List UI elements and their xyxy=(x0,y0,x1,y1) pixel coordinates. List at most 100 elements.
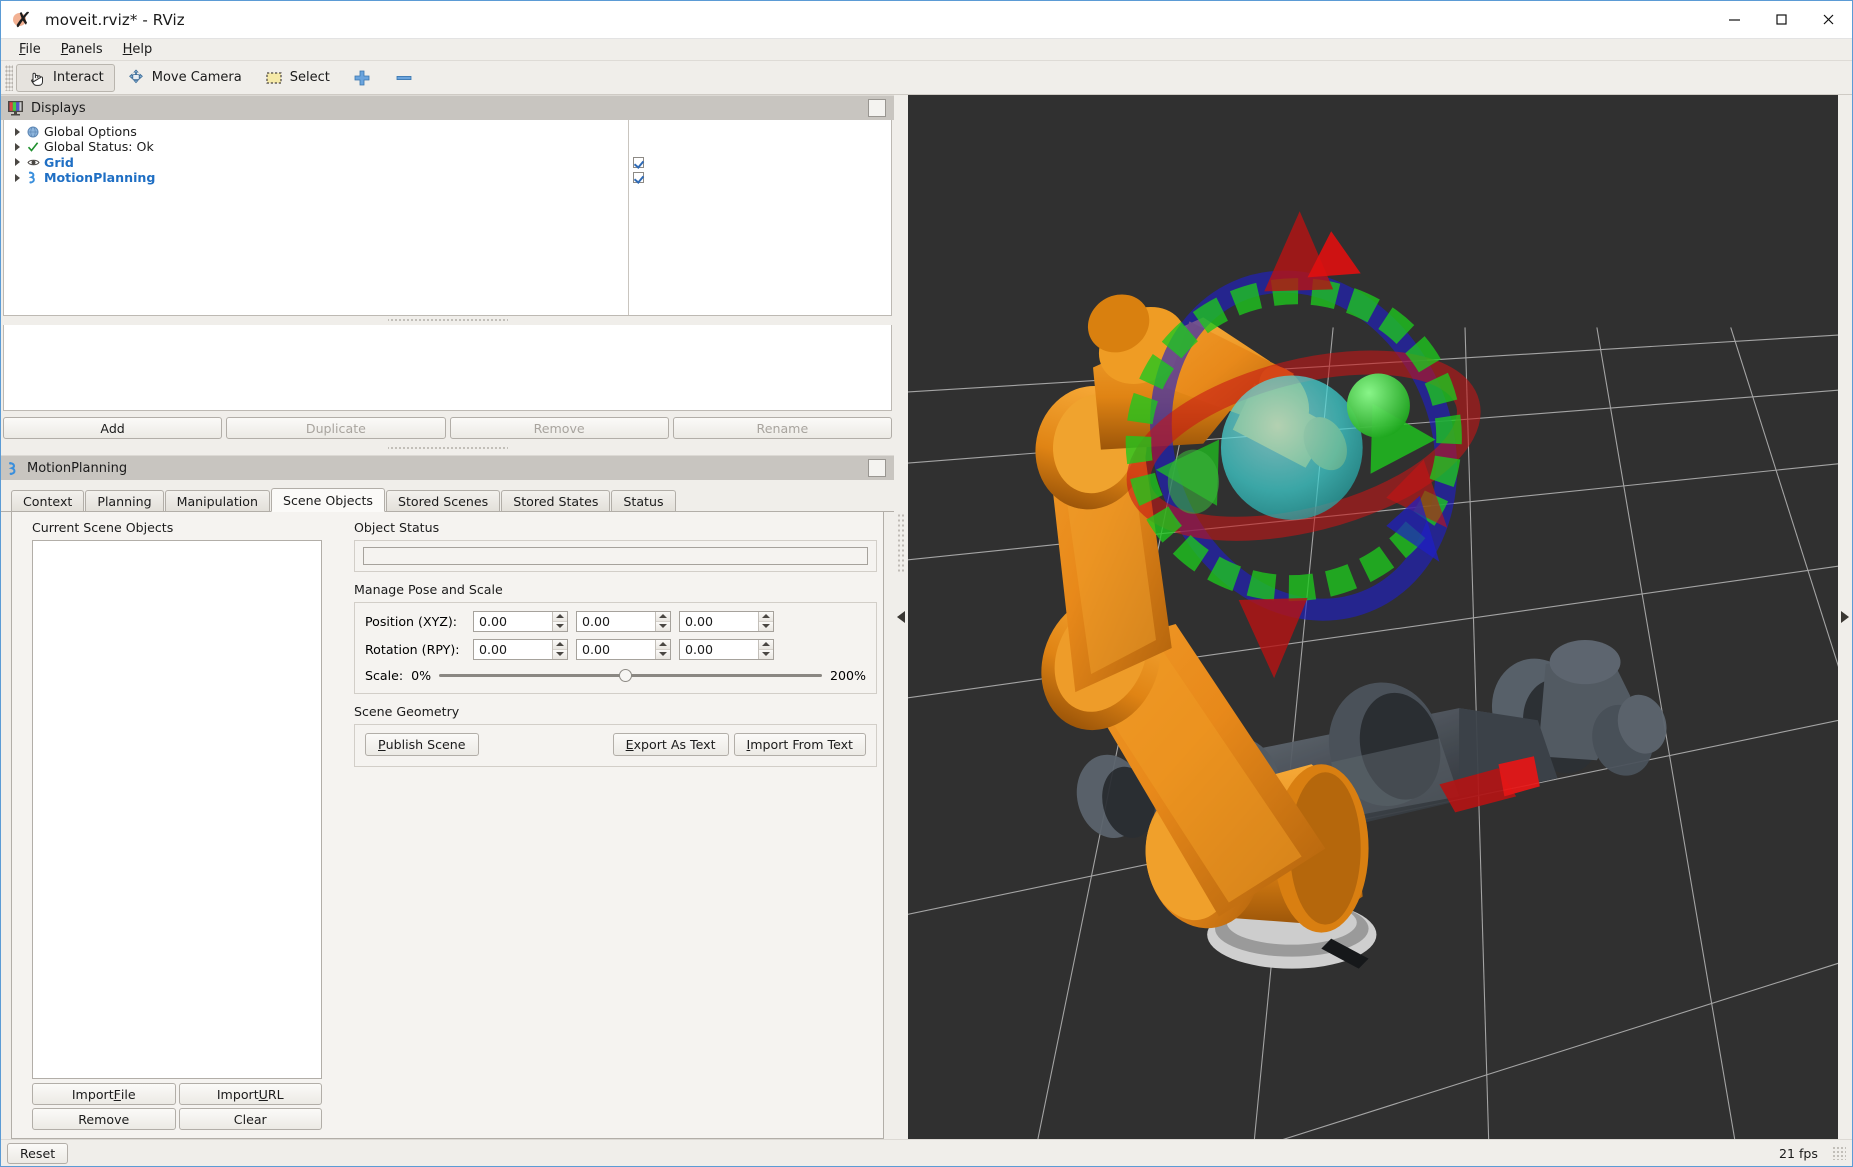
displays-float-button[interactable] xyxy=(868,99,886,117)
window-title: moveit.rviz* - RViz xyxy=(45,11,185,29)
rotation-y-stepper[interactable] xyxy=(758,640,773,659)
menu-help[interactable]: Help xyxy=(113,40,163,59)
scene-objects-tab-content: Current Scene Objects Import File Import… xyxy=(11,512,884,1139)
left-dock: Displays Global Options xyxy=(1,95,894,1139)
tree-item-global-status[interactable]: Global Status: Ok xyxy=(4,139,628,154)
viewport-area xyxy=(894,95,1852,1139)
menu-file-label: ile xyxy=(26,42,41,57)
maximize-icon[interactable] xyxy=(1758,1,1805,39)
position-label: Position (XYZ): xyxy=(365,614,465,629)
rotation-r-stepper[interactable] xyxy=(552,640,567,659)
toolbar-grip[interactable] xyxy=(5,65,13,91)
chevron-right-icon[interactable] xyxy=(10,143,24,151)
duplicate-display-button[interactable]: Duplicate xyxy=(226,417,445,439)
position-z-stepper[interactable] xyxy=(758,612,773,631)
rotation-y-spinbox[interactable]: 0.00 xyxy=(679,639,774,660)
add-display-button[interactable]: Add xyxy=(3,417,222,439)
import-file-button[interactable]: Import File xyxy=(32,1083,176,1105)
chevron-right-icon[interactable] xyxy=(10,174,24,182)
tool-remove-button[interactable] xyxy=(383,64,425,92)
rotation-r-spinbox[interactable]: 0.00 xyxy=(473,639,568,660)
tab-context[interactable]: Context xyxy=(11,490,84,511)
remove-object-button[interactable]: Remove xyxy=(32,1108,176,1130)
scene-render xyxy=(908,95,1838,1139)
position-y-stepper[interactable] xyxy=(655,612,670,631)
tree-item-grid[interactable]: Grid xyxy=(4,155,628,170)
tree-checkbox-motionplanning[interactable] xyxy=(633,172,644,183)
rotation-p-spinbox[interactable]: 0.00 xyxy=(576,639,671,660)
position-z-spinbox[interactable]: 0.00 xyxy=(679,611,774,632)
tree-item-global-options[interactable]: Global Options xyxy=(4,124,628,139)
remove-display-label: Remove xyxy=(534,421,585,436)
position-x-spinbox[interactable]: 0.00 xyxy=(473,611,568,632)
motionplanning-float-button[interactable] xyxy=(868,459,886,477)
motionplanning-tabs: Context Planning Manipulation Scene Obje… xyxy=(1,488,894,512)
collapse-right-arrow-icon[interactable] xyxy=(1841,611,1849,623)
collapse-left-arrow-icon[interactable] xyxy=(897,611,905,623)
import-url-button[interactable]: Import URL xyxy=(179,1083,323,1105)
displays-tree-names: Global Options Global Status: Ok xyxy=(4,120,629,315)
chevron-right-icon[interactable] xyxy=(10,158,24,166)
tab-status[interactable]: Status xyxy=(611,490,675,511)
marker-green-handle[interactable] xyxy=(1347,374,1410,438)
motionplanning-panel-header: MotionPlanning xyxy=(1,455,894,480)
tab-stored-scenes[interactable]: Stored Scenes xyxy=(386,490,500,511)
position-y-spinbox[interactable]: 0.00 xyxy=(576,611,671,632)
tab-planning[interactable]: Planning xyxy=(85,490,163,511)
displays-splitter[interactable] xyxy=(388,316,508,323)
reset-button[interactable]: Reset xyxy=(7,1143,68,1164)
reset-button-label: Reset xyxy=(20,1146,55,1161)
scale-slider[interactable] xyxy=(439,667,822,683)
right-dock-collapse-handle[interactable] xyxy=(1838,95,1852,1139)
tab-scene-objects-label: Scene Objects xyxy=(283,493,373,508)
scale-label: Scale: xyxy=(365,668,403,683)
displays-monitor-icon xyxy=(7,100,24,116)
tool-select-button[interactable]: Select xyxy=(253,64,341,92)
position-x-stepper[interactable] xyxy=(552,612,567,631)
rviz-x-icon: ✗ xyxy=(11,8,35,32)
window-controls xyxy=(1711,1,1852,39)
render-viewport-3d[interactable] xyxy=(908,95,1838,1139)
import-from-text-button[interactable]: Import From Text xyxy=(734,733,866,756)
displays-tree-values xyxy=(629,120,891,315)
tree-value-global-status xyxy=(629,139,891,154)
tool-add-button[interactable] xyxy=(341,64,383,92)
marker-green-handle-left[interactable] xyxy=(1168,450,1219,514)
tab-manipulation[interactable]: Manipulation xyxy=(165,490,270,511)
motionplanning-panel-title: MotionPlanning xyxy=(27,461,127,476)
tab-planning-label: Planning xyxy=(97,494,151,509)
resize-grip[interactable] xyxy=(1832,1146,1846,1160)
left-dock-collapse-handle[interactable] xyxy=(894,95,908,1139)
remove-display-button[interactable]: Remove xyxy=(450,417,669,439)
rotation-p-stepper[interactable] xyxy=(655,640,670,659)
tab-stored-states[interactable]: Stored States xyxy=(501,490,610,511)
tab-scene-objects[interactable]: Scene Objects xyxy=(271,488,385,512)
menu-file[interactable]: File xyxy=(9,40,51,59)
scene-objects-list[interactable] xyxy=(32,540,322,1079)
clear-objects-button[interactable]: Clear xyxy=(179,1108,323,1130)
tree-label-grid: Grid xyxy=(42,155,74,170)
position-x-value: 0.00 xyxy=(474,612,552,631)
tab-stored-states-label: Stored States xyxy=(513,494,598,509)
scale-slider-handle[interactable] xyxy=(619,669,632,682)
tool-interact-button[interactable]: Interact xyxy=(16,64,115,92)
marker-sphere[interactable] xyxy=(1221,376,1363,520)
menu-panels[interactable]: Panels xyxy=(51,40,113,59)
export-as-text-button[interactable]: Export As Text xyxy=(613,733,729,756)
tool-move-camera-button[interactable]: Move Camera xyxy=(115,64,253,92)
chevron-right-icon[interactable] xyxy=(10,128,24,136)
object-status-field[interactable] xyxy=(363,547,868,565)
tree-checkbox-motionplanning-row xyxy=(629,170,891,185)
rotation-y-value: 0.00 xyxy=(680,640,758,659)
rotation-label: Rotation (RPY): xyxy=(365,642,465,657)
publish-scene-button[interactable]: Publish Scene xyxy=(365,733,479,756)
tree-checkbox-grid[interactable] xyxy=(633,157,644,168)
motionplanning-splitter[interactable] xyxy=(388,444,508,451)
rename-display-button[interactable]: Rename xyxy=(673,417,892,439)
close-icon[interactable] xyxy=(1805,1,1852,39)
minimize-icon[interactable] xyxy=(1711,1,1758,39)
tree-item-motionplanning[interactable]: MotionPlanning xyxy=(4,170,628,185)
motionplanning-panel: MotionPlanning Context Planning Manipula… xyxy=(1,455,894,1139)
position-row: Position (XYZ): 0.00 0.00 xyxy=(365,611,866,632)
manage-pose-label: Manage Pose and Scale xyxy=(354,582,877,597)
